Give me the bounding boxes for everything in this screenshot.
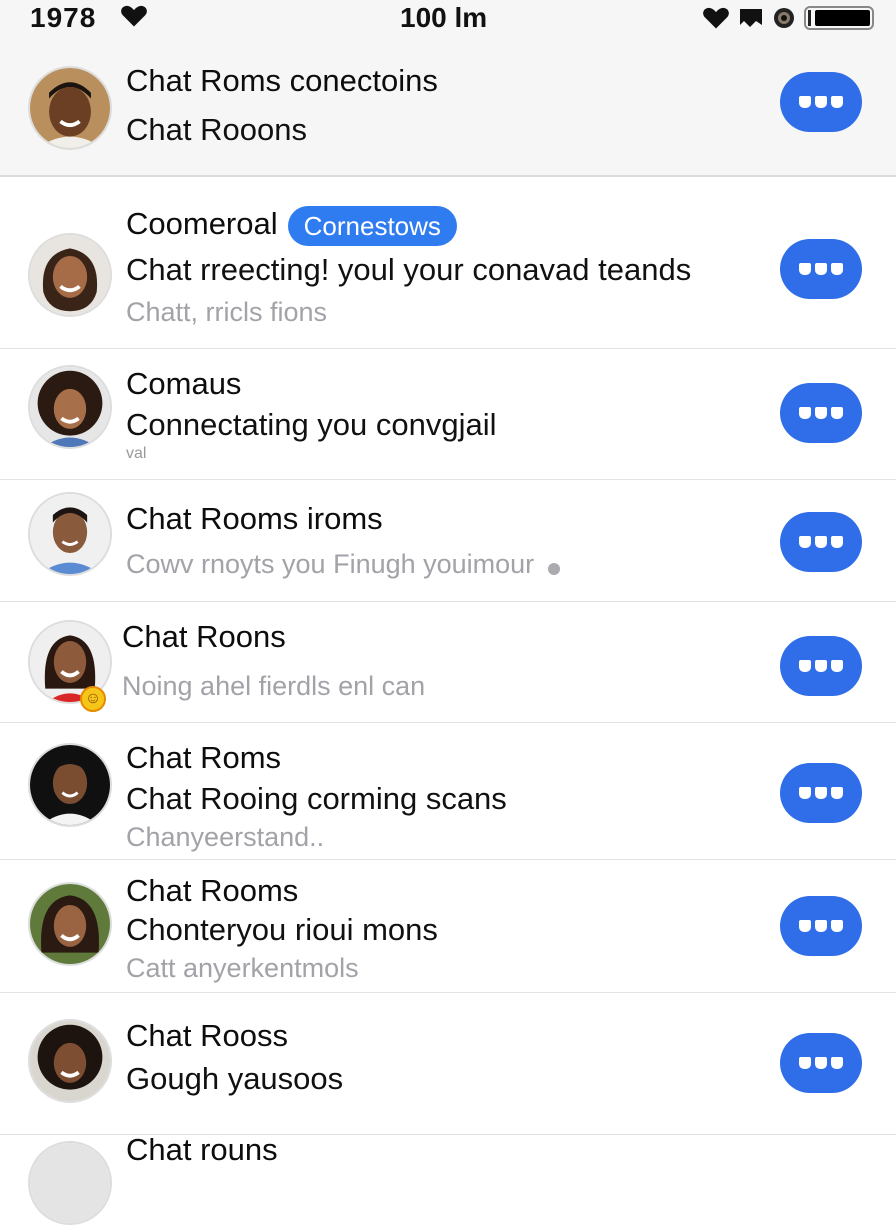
chat-row[interactable]: Chat Roms Chat Rooing corming scans Chan… <box>0 723 896 860</box>
avatar <box>28 66 112 150</box>
chat-title: Chat Rooss <box>126 1018 288 1053</box>
chat-row[interactable]: Chat rouns <box>0 1132 896 1225</box>
battery-icon <box>804 6 874 30</box>
chat-row[interactable]: Coomeroal Cornestows Chat rreecting! youl… <box>0 177 896 349</box>
chat-title: Chat Rooms <box>126 873 299 908</box>
chat-preview: Chat rreecting! youl your conavad teands <box>126 251 692 287</box>
eye-icon <box>774 8 794 28</box>
avatar <box>28 1141 112 1225</box>
avatar <box>28 365 112 449</box>
more-button[interactable] <box>780 1033 862 1093</box>
more-icon <box>799 920 811 932</box>
status-time: 1978 <box>30 2 97 33</box>
chat-subtext-line: Cowv rnoyts you Finugh youimour <box>126 546 756 582</box>
chat-title: Chat Roons <box>122 619 286 654</box>
chat-title: Comaus <box>126 366 242 401</box>
avatar <box>28 1019 112 1103</box>
heart-icon <box>703 7 729 29</box>
chat-preview: Gough yausoos <box>126 1061 344 1096</box>
chat-title: Chat Roms <box>126 740 282 775</box>
more-button[interactable] <box>780 383 862 443</box>
more-button[interactable] <box>780 72 862 132</box>
chat-row[interactable]: Chat Rooms iroms Cowv rnoyts you Finugh … <box>0 480 896 602</box>
chat-subtext: Catt anyerkentmols <box>126 953 359 983</box>
status-bar: 1978 100 lm <box>0 0 896 40</box>
chat-subtext: Noing ahel fierdls enl can <box>122 671 426 701</box>
unread-dot-icon <box>548 562 561 575</box>
chat-preview: Connectating you convgjail <box>126 407 497 442</box>
chat-preview: Chonteryou rioui mons <box>126 912 438 947</box>
more-button[interactable] <box>780 636 862 696</box>
chat-row[interactable]: Chat Roms conectoins Chat Rooons <box>0 40 896 177</box>
chat-title-line: Coomeroal Cornestows <box>126 205 756 246</box>
avatar <box>28 743 112 827</box>
more-button[interactable] <box>780 512 862 572</box>
more-icon <box>799 263 811 275</box>
avatar <box>28 233 112 317</box>
chat-row[interactable]: Comaus Connectating you convgjail val <box>0 349 896 480</box>
flag-icon <box>740 9 762 27</box>
chat-subtext: Chanyeerstand.. <box>126 822 325 852</box>
more-button[interactable] <box>780 763 862 823</box>
chat-row[interactable]: Chat Rooss Gough yausoos <box>0 993 896 1135</box>
status-center-text: 100 lm <box>400 2 488 33</box>
avatar <box>28 882 112 966</box>
status-badge[interactable]: Cornestows <box>287 205 457 246</box>
status-icons <box>702 6 874 30</box>
chat-subtext: val <box>126 445 147 462</box>
more-icon <box>799 660 811 672</box>
avatar <box>28 492 112 576</box>
chat-title: Chat Rooms iroms <box>126 501 383 536</box>
more-icon <box>799 787 811 799</box>
chat-title: Chat Roms conectoins <box>126 63 438 98</box>
chat-preview: Chat Rooons <box>126 112 307 147</box>
heart-icon <box>121 5 147 27</box>
more-icon <box>799 536 811 548</box>
chat-row[interactable]: ☺ Chat Roons Noing ahel fierdls enl can <box>0 602 896 723</box>
more-icon <box>799 1057 811 1069</box>
emoji-icon: ☺ <box>80 686 106 712</box>
chat-subtext: Chatt, rricls fions <box>126 296 328 327</box>
chat-preview: Chat Rooing corming scans <box>126 781 507 816</box>
more-icon <box>799 407 811 419</box>
more-button[interactable] <box>780 896 862 956</box>
more-button[interactable] <box>780 239 862 299</box>
chat-title: Coomeroal <box>126 206 278 241</box>
chat-title: Chat rouns <box>126 1132 278 1167</box>
chat-subtext: Cowv rnoyts you Finugh youimour <box>126 549 535 579</box>
more-icon <box>799 96 811 108</box>
chat-row[interactable]: Chat Rooms Chonteryou rioui mons Catt an… <box>0 860 896 993</box>
